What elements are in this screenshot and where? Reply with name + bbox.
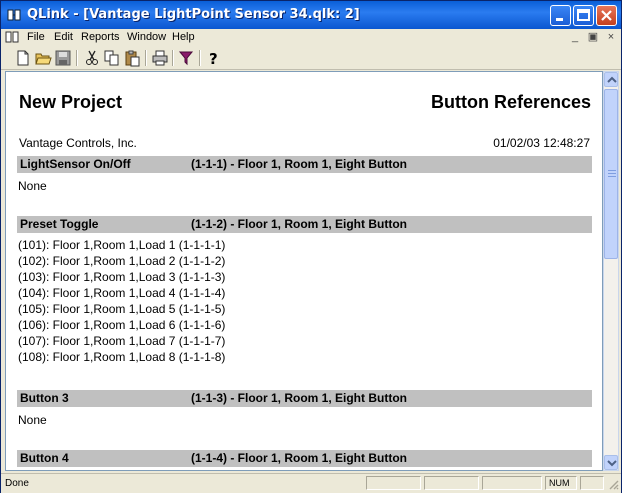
child-minimize-button[interactable]: _ xyxy=(568,31,582,44)
open-folder-icon[interactable] xyxy=(34,49,52,67)
vertical-scrollbar[interactable] xyxy=(603,71,619,471)
cut-icon[interactable] xyxy=(83,49,101,67)
button-name: LightSensor On/Off xyxy=(20,157,131,171)
status-panel xyxy=(366,476,421,490)
maximize-icon xyxy=(577,9,590,21)
section-header: Preset Toggle (1-1-2) - Floor 1, Room 1,… xyxy=(17,216,592,233)
status-panel xyxy=(424,476,479,490)
section-header: Button 4 (1-1-4) - Floor 1, Room 1, Eigh… xyxy=(17,450,592,467)
scroll-up-button[interactable] xyxy=(604,72,618,87)
minimize-icon xyxy=(556,18,563,21)
resize-grip-icon[interactable] xyxy=(607,478,619,490)
toolbar-separator xyxy=(145,50,147,66)
copy-icon[interactable] xyxy=(103,49,121,67)
project-title: New Project xyxy=(19,92,123,112)
reference-line: None xyxy=(18,179,47,193)
menu-file[interactable]: File xyxy=(27,31,45,43)
maximize-button[interactable] xyxy=(573,5,594,26)
close-icon xyxy=(601,10,612,21)
reference-line: (107): Floor 1,Room 1,Load 7 (1-1-1-7) xyxy=(18,334,226,348)
reference-line: (106): Floor 1,Room 1,Load 6 (1-1-1-6) xyxy=(18,318,226,332)
button-name: Preset Toggle xyxy=(20,217,99,231)
button-reference: (1-1-1) - Floor 1, Room 1, Eight Button xyxy=(191,157,407,171)
reference-line: (101): Floor 1,Room 1,Load 1 (1-1-1-1) xyxy=(18,238,226,252)
toolbar-separator xyxy=(76,50,78,66)
filter-icon[interactable] xyxy=(177,49,195,67)
reference-line: (105): Floor 1,Room 1,Load 5 (1-1-1-5) xyxy=(18,302,226,316)
report-document: New Project Button References Vantage Co… xyxy=(5,71,603,471)
company-name: Vantage Controls, Inc. xyxy=(19,136,137,150)
menu-window[interactable]: Window xyxy=(127,31,166,43)
menu-help[interactable]: Help xyxy=(172,31,195,43)
title-bar[interactable]: QLink - [Vantage LightPoint Sensor 34.ql… xyxy=(1,1,621,29)
svg-text:?: ? xyxy=(209,50,218,67)
save-icon[interactable] xyxy=(54,49,72,67)
reference-line: (104): Floor 1,Room 1,Load 4 (1-1-1-4) xyxy=(18,286,226,300)
section-header: LightSensor On/Off (1-1-1) - Floor 1, Ro… xyxy=(17,156,592,173)
help-icon[interactable]: ? xyxy=(204,49,222,67)
print-icon[interactable] xyxy=(151,49,169,67)
status-panel xyxy=(580,476,604,490)
toolbar-separator xyxy=(199,50,201,66)
scroll-thumb[interactable] xyxy=(604,89,618,259)
num-lock-label: NUM xyxy=(549,478,570,488)
application-window: QLink - [Vantage LightPoint Sensor 34.ql… xyxy=(0,0,622,493)
paste-icon[interactable] xyxy=(123,49,141,67)
button-reference: (1-1-4) - Floor 1, Room 1, Eight Button xyxy=(191,451,407,465)
window-title: QLink - [Vantage LightPoint Sensor 34.ql… xyxy=(27,7,360,22)
document-window-icon[interactable] xyxy=(5,31,19,44)
menu-reports[interactable]: Reports xyxy=(81,31,120,43)
scroll-down-button[interactable] xyxy=(604,455,618,470)
reference-line: None xyxy=(18,413,47,427)
button-reference: (1-1-2) - Floor 1, Room 1, Eight Button xyxy=(191,217,407,231)
section-header: Button 3 (1-1-3) - Floor 1, Room 1, Eigh… xyxy=(17,390,592,407)
minimize-button[interactable] xyxy=(550,5,571,26)
status-text: Done xyxy=(5,478,29,489)
button-name: Button 4 xyxy=(20,451,69,465)
status-bar: Done NUM xyxy=(1,473,621,493)
num-lock-indicator: NUM xyxy=(545,476,577,490)
qlink-app-icon[interactable] xyxy=(7,8,21,22)
menu-edit[interactable]: Edit xyxy=(54,31,73,43)
toolbar-separator xyxy=(172,50,174,66)
scroll-up-arrow-icon xyxy=(607,76,617,83)
close-button[interactable] xyxy=(596,5,617,26)
reference-line: (103): Floor 1,Room 1,Load 3 (1-1-1-3) xyxy=(18,270,226,284)
child-restore-button[interactable]: ▣ xyxy=(586,31,600,44)
button-name: Button 3 xyxy=(20,391,69,405)
report-timestamp: 01/02/03 12:48:27 xyxy=(493,136,590,150)
status-panel xyxy=(482,476,542,490)
reference-line: (102): Floor 1,Room 1,Load 2 (1-1-1-2) xyxy=(18,254,226,268)
menu-bar: File Edit Reports Window Help _ ▣ × xyxy=(1,29,621,47)
scroll-down-arrow-icon xyxy=(607,460,617,467)
reference-line: (108): Floor 1,Room 1,Load 8 (1-1-1-8) xyxy=(18,350,226,364)
button-reference: (1-1-3) - Floor 1, Room 1, Eight Button xyxy=(191,391,407,405)
toolbar: ? xyxy=(1,47,621,70)
report-title: Button References xyxy=(430,92,591,112)
new-document-icon[interactable] xyxy=(14,49,32,67)
child-close-button[interactable]: × xyxy=(604,31,618,44)
